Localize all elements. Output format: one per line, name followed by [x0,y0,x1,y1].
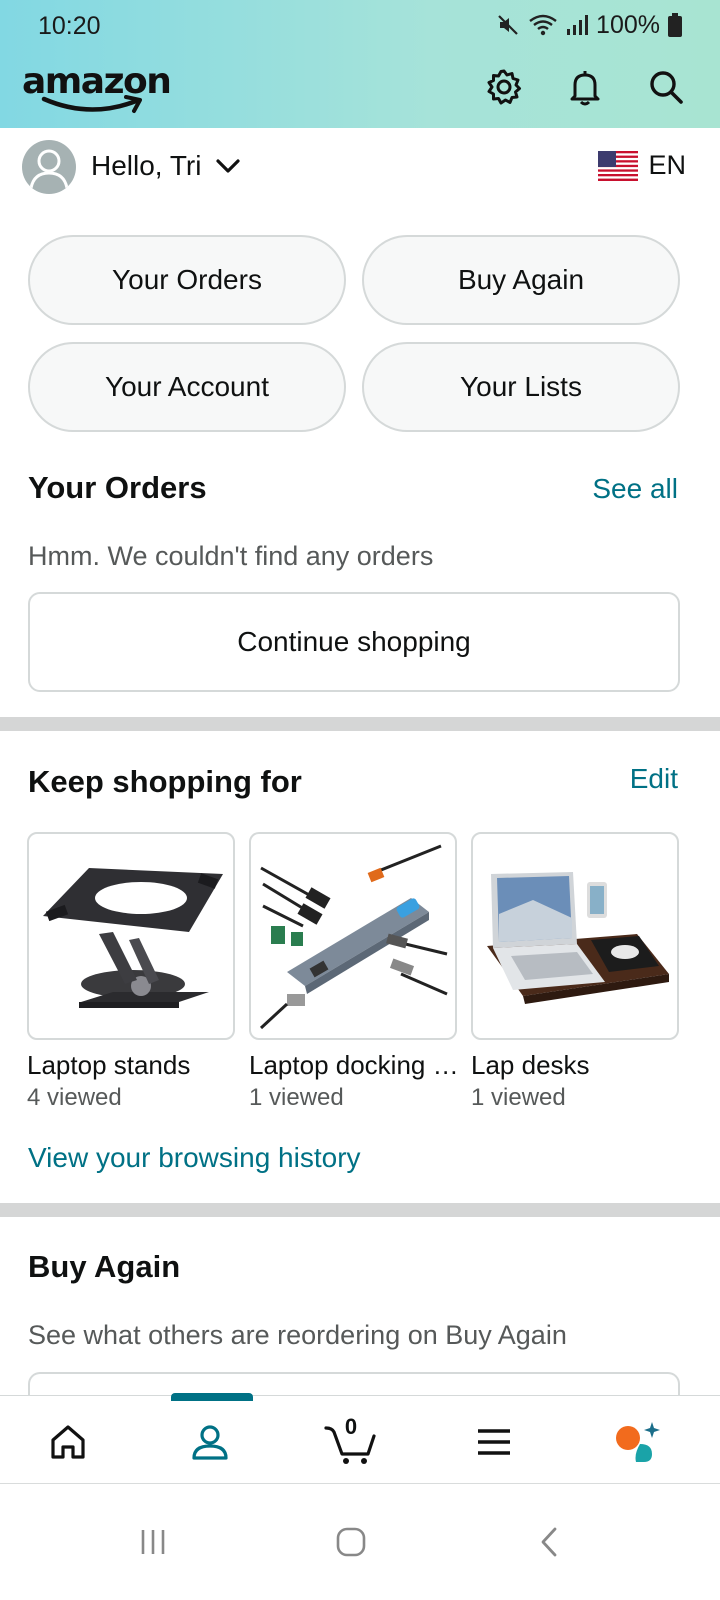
smile-arrow-icon [41,95,142,113]
lap-desk-image [487,872,669,1004]
gear-icon[interactable] [482,65,526,109]
app-header-background: 10:20 100% amazon [0,0,720,128]
rufus-icon[interactable] [606,1414,666,1470]
amazon-logo[interactable]: amazon [22,55,172,121]
greeting-row: Hello, Tri EN [0,130,720,206]
greeting-text[interactable]: Hello, Tri [91,150,201,182]
edit-link[interactable]: Edit [630,763,678,795]
bottom-nav: 0 [0,1393,720,1483]
card-sub-laptop-docking: 1 viewed [249,1084,344,1111]
nav-active-indicator [171,1393,253,1401]
keep-shopping-title: Keep shopping for [28,764,302,799]
cart-icon[interactable]: 0 [320,1414,380,1470]
status-bar: 10:20 100% [0,0,720,50]
account-icon[interactable] [180,1414,240,1470]
battery-icon [668,13,682,37]
section-divider [0,1203,720,1217]
see-all-orders-link[interactable]: See all [592,473,678,505]
section-divider [0,717,720,731]
docking-station-image [259,844,448,1030]
search-icon[interactable] [644,65,688,109]
orders-section-title: Your Orders [28,470,207,505]
mute-icon [498,15,518,35]
laptop-stand-image [43,868,223,1008]
buy-again-title: Buy Again [28,1249,181,1284]
wifi-icon [529,14,557,36]
bell-icon[interactable] [563,65,607,109]
language-selector[interactable]: EN [598,150,686,181]
card-name-lap-desks[interactable]: Lap desks [471,1050,685,1081]
product-card-lap-desks[interactable] [471,832,679,1040]
status-icons: 100% [496,10,682,40]
orders-empty-text: Hmm. We couldn't find any orders [28,541,434,571]
your-lists-button[interactable]: Your Lists [362,342,680,432]
buy-again-button[interactable]: Buy Again [362,235,680,325]
cart-count: 0 [344,1414,358,1439]
buy-again-text: See what others are reordering on Buy Ag… [28,1320,567,1350]
home-icon[interactable] [38,1414,98,1470]
card-sub-laptop-stands: 4 viewed [27,1084,122,1111]
continue-shopping-button[interactable]: Continue shopping [28,592,680,692]
us-flag-icon [598,150,639,181]
system-nav-bar [0,1483,720,1600]
home-button-icon[interactable] [326,1522,376,1562]
product-card-laptop-stands[interactable] [27,832,235,1040]
your-account-button[interactable]: Your Account [28,342,346,432]
language-label: EN [648,150,686,180]
card-name-laptop-stands[interactable]: Laptop stands [27,1050,241,1081]
menu-icon[interactable] [464,1414,524,1470]
avatar[interactable] [22,140,76,194]
signal-icon [567,15,589,35]
chevron-down-icon[interactable] [216,158,240,174]
card-sub-lap-desks: 1 viewed [471,1084,566,1111]
recent-apps-icon[interactable] [128,1522,178,1562]
back-icon[interactable] [524,1522,574,1562]
card-name-laptop-docking[interactable]: Laptop docking stations [249,1050,463,1081]
your-orders-button[interactable]: Your Orders [28,235,346,325]
status-time: 10:20 [38,12,101,40]
battery-percent: 100% [596,10,660,39]
app-header: amazon [0,55,720,125]
browsing-history-link[interactable]: View your browsing history [28,1142,361,1174]
product-card-laptop-docking[interactable] [249,832,457,1040]
